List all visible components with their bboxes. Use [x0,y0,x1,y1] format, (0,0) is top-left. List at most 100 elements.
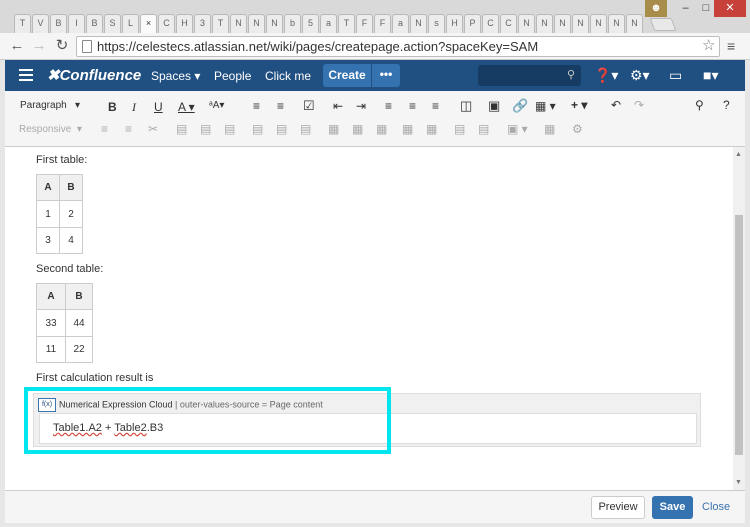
browser-tab[interactable]: H [176,14,193,33]
browser-tab[interactable]: N [266,14,283,33]
table-delete-icon[interactable]: ▦ [544,122,555,136]
indent-icon[interactable]: ⇥ [356,99,366,113]
table-column-before-icon[interactable]: ▤ [276,122,287,136]
browser-tab[interactable]: C [158,14,175,33]
task-list-icon[interactable]: ☑ [303,98,315,114]
close-link[interactable]: Close [702,501,730,513]
maximize-icon[interactable]: □ [698,0,714,17]
table-header-row-icon[interactable]: ▤ [454,122,465,136]
help-icon[interactable]: ❓▾ [594,67,618,84]
browser-tab[interactable]: N [554,14,571,33]
browser-tab-active[interactable]: × [140,14,157,33]
table2-cell[interactable]: 22 [65,336,93,363]
table1-cell[interactable]: 1 [36,200,60,228]
confluence-logo[interactable]: ✖Confluence [47,66,141,84]
browser-tab[interactable]: V [32,14,49,33]
table-paste-row-before-icon[interactable]: ▤ [200,122,211,136]
browser-tab[interactable]: H [446,14,463,33]
table2-header-a[interactable]: A [36,283,66,310]
paragraph-style-dropdown[interactable]: Paragraph ▾ [20,100,80,111]
table-copy-row-icon[interactable]: ▤ [176,122,187,136]
browser-tab[interactable]: T [338,14,355,33]
table-properties-gear-icon[interactable]: ⚙ [572,122,583,136]
preview-button[interactable]: Preview [591,496,645,519]
browser-tab[interactable]: F [356,14,373,33]
table-copy-column-icon[interactable]: ▦ [352,122,363,136]
table-delete-row-icon[interactable]: ▤ [252,122,263,136]
table2-header-b[interactable]: B [65,283,93,310]
browser-tab[interactable]: a [320,14,337,33]
scrollbar-thumb[interactable] [735,215,743,455]
user-avatar-icon[interactable]: ■▾ [703,67,718,84]
text-color-icon[interactable]: A ▾ [178,100,195,114]
numbered-list-icon[interactable]: ≡ [277,99,284,113]
table2-cell[interactable]: 33 [36,309,66,337]
browser-tab[interactable]: B [86,14,103,33]
table1-header-b[interactable]: B [59,174,83,201]
table-split-cells-icon[interactable]: ▦ [426,122,437,136]
align-left-icon[interactable]: ≡ [385,99,392,113]
browser-tab[interactable]: N [572,14,589,33]
browser-tab[interactable]: N [626,14,643,33]
create-more-button[interactable]: ••• [372,64,400,87]
spaces-menu[interactable]: Spaces ▾ [151,69,200,83]
people-link[interactable]: People [214,69,251,83]
help-shortcuts-icon[interactable]: ? [723,98,730,112]
redo-icon[interactable]: ↷ [634,98,644,112]
scroll-up-icon[interactable]: ▲ [735,151,742,158]
table-cut-row-icon[interactable]: ✂ [148,122,158,136]
browser-menu-icon[interactable]: ≡ [727,38,735,54]
url-input[interactable]: https://celestecs.atlassian.net/wiki/pag… [76,36,720,57]
table-row-after-icon[interactable]: ≡ [125,122,132,136]
browser-tab[interactable]: S [104,14,121,33]
table-row-before-icon[interactable]: ≡ [101,122,108,136]
align-center-icon[interactable]: ≡ [409,99,416,113]
browser-tab[interactable]: 5 [302,14,319,33]
scroll-down-icon[interactable]: ▼ [735,479,742,486]
table-cut-column-icon[interactable]: ▦ [328,122,339,136]
new-tab-button[interactable] [649,18,677,31]
create-button[interactable]: Create [323,64,371,87]
table1-cell[interactable]: 2 [59,200,83,228]
browser-tab[interactable]: F [374,14,391,33]
browser-tab[interactable]: s [428,14,445,33]
insert-link-icon[interactable]: 🔗 [512,98,528,114]
table-paste-column-icon[interactable]: ▦ [376,122,387,136]
browser-tab[interactable]: B [50,14,67,33]
clickme-link[interactable]: Click me [265,69,311,83]
window-close-icon[interactable]: ✕ [714,0,746,17]
bold-icon[interactable]: B [108,100,117,114]
user-profile-icon[interactable]: ☻ [645,0,667,17]
first-table[interactable]: A B 1 2 3 4 [36,174,83,254]
table-header-column-icon[interactable]: ▤ [478,122,489,136]
page-layout-icon[interactable]: ◫ [460,98,472,114]
second-table[interactable]: A B 33 44 11 22 [36,283,93,363]
browser-tab[interactable]: L [122,14,139,33]
bullet-list-icon[interactable]: ≡ [253,99,260,113]
browser-tab[interactable]: I [68,14,85,33]
insert-more-icon[interactable]: + ▾ [571,98,587,112]
browser-tab[interactable]: N [608,14,625,33]
browser-tab[interactable]: N [230,14,247,33]
table-paste-row-after-icon[interactable]: ▤ [224,122,235,136]
browser-tab[interactable]: a [392,14,409,33]
browser-tab[interactable]: N [410,14,427,33]
browser-tab[interactable]: b [284,14,301,33]
settings-gear-icon[interactable]: ⚙▾ [630,67,650,84]
table2-cell[interactable]: 44 [65,309,93,337]
browser-tab[interactable]: T [14,14,31,33]
responsive-dropdown[interactable]: Responsive ▾ [19,124,82,135]
insert-image-icon[interactable]: ▣ [488,98,500,114]
outdent-icon[interactable]: ⇤ [333,99,343,113]
browser-tab[interactable]: N [248,14,265,33]
browser-tab[interactable]: N [518,14,535,33]
app-switcher-icon[interactable] [19,69,33,84]
back-icon[interactable]: ← [9,38,25,54]
save-button[interactable]: Save [652,496,693,519]
minimize-icon[interactable]: – [673,0,698,17]
underline-icon[interactable]: U [154,100,163,114]
browser-tab[interactable]: P [464,14,481,33]
find-replace-icon[interactable]: ⚲ [695,98,704,112]
table1-header-a[interactable]: A [36,174,60,201]
table2-cell[interactable]: 11 [36,336,66,363]
